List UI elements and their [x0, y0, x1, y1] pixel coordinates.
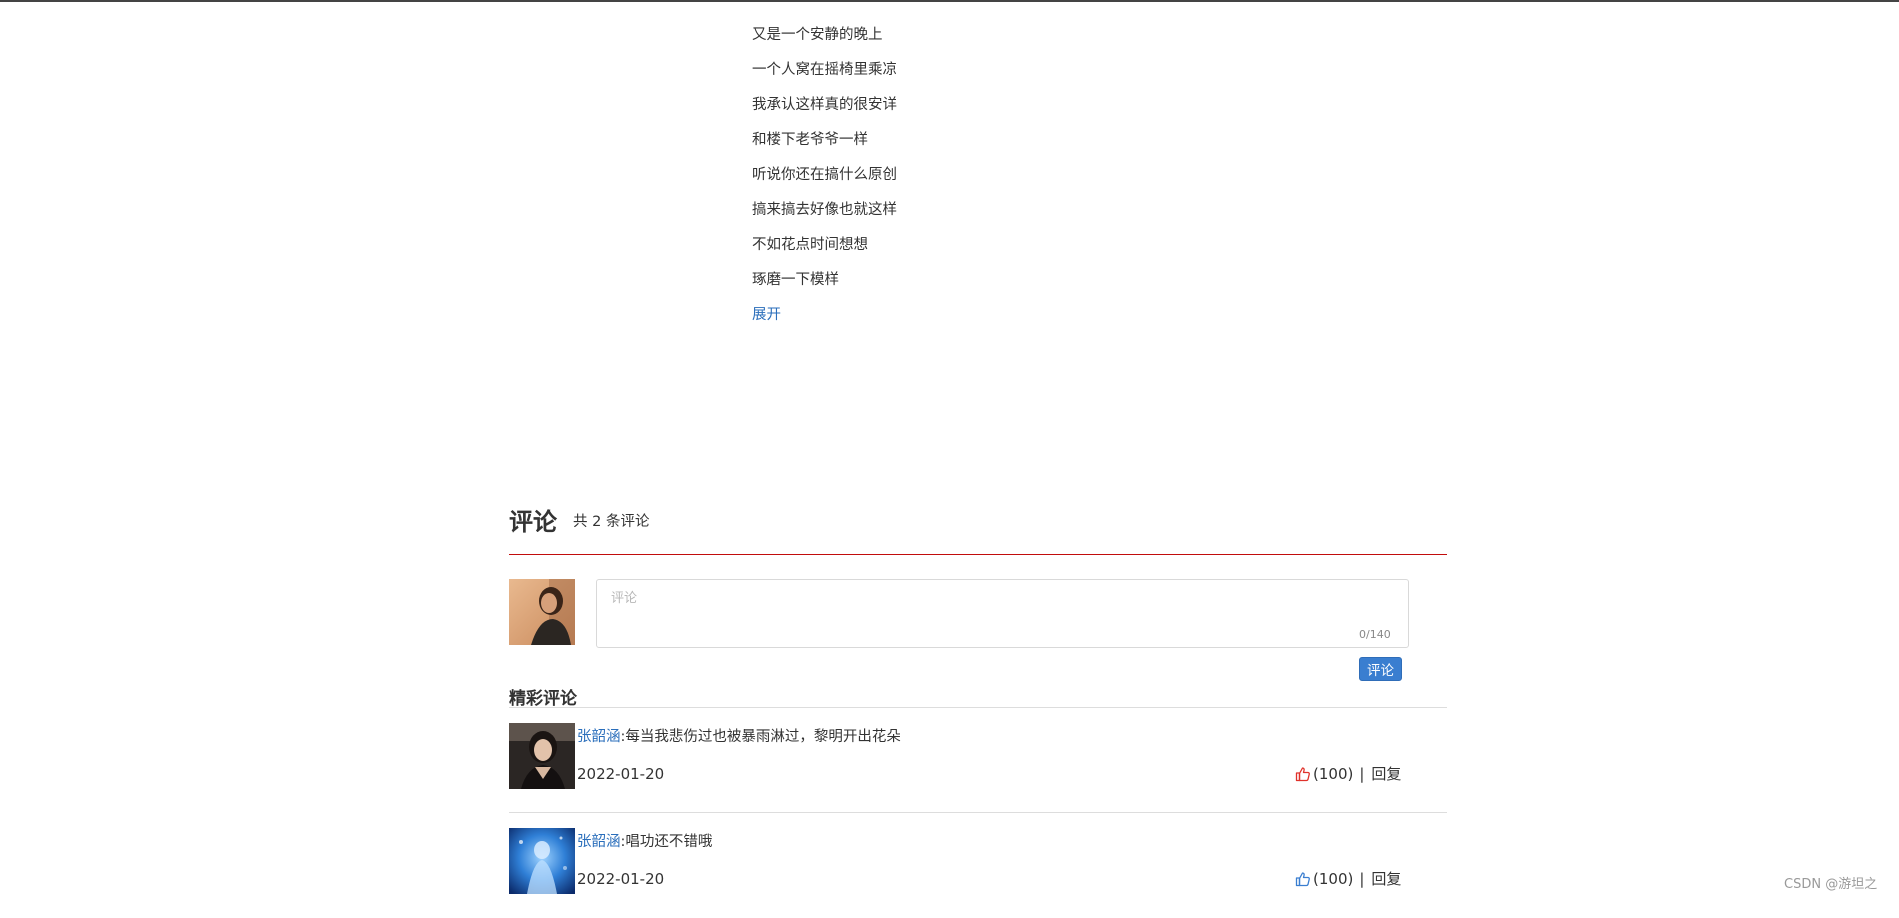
comment-text: :唱功还不错哦	[620, 834, 713, 850]
lyric-line: 又是一个安静的晚上	[752, 27, 883, 43]
lyric-line: 不如花点时间想想	[752, 237, 868, 253]
comment-line: 张韶涵:每当我悲伤过也被暴雨淋过，黎明开出花朵	[577, 725, 901, 746]
commenter-name[interactable]: 张韶涵	[577, 729, 621, 745]
lyrics-panel: 又是一个安静的晚上 一个人窝在摇椅里乘凉 我承认这样真的很安详 和楼下老爷爷一样…	[752, 18, 1052, 333]
char-counter: 0/140	[1359, 628, 1391, 641]
thumbs-up-icon[interactable]	[1295, 871, 1311, 887]
submit-comment-button[interactable]: 评论	[1359, 657, 1402, 681]
commenter-avatar[interactable]	[509, 828, 575, 894]
like-count: (100)	[1313, 869, 1354, 888]
comment-date: 2022-01-20	[577, 765, 665, 783]
like-count: (100)	[1313, 764, 1354, 783]
comment-input[interactable]	[596, 579, 1409, 648]
lyric-line: 和楼下老爷爷一样	[752, 132, 868, 148]
top-border	[0, 0, 1899, 2]
comments-title: 评论	[509, 508, 557, 536]
watermark: CSDN @游坦之	[1784, 877, 1878, 892]
featured-comments-title: 精彩评论	[509, 689, 577, 709]
my-avatar	[509, 579, 575, 645]
expand-lyrics-link[interactable]: 展开	[752, 298, 781, 333]
comment-item: 张韶涵:每当我悲伤过也被暴雨淋过，黎明开出花朵 2022-01-20 (100)…	[509, 708, 1447, 813]
thumbs-up-icon[interactable]	[1295, 766, 1311, 782]
separator: |	[1359, 764, 1365, 783]
lyric-line: 我承认这样真的很安详	[752, 97, 897, 113]
comment-text: :每当我悲伤过也被暴雨淋过，黎明开出花朵	[620, 729, 901, 745]
comments-count: 共 2 条评论	[573, 514, 650, 530]
comment-line: 张韶涵:唱功还不错哦	[577, 830, 712, 851]
lyric-line: 听说你还在搞什么原创	[752, 167, 897, 183]
reply-button[interactable]: 回复	[1371, 763, 1401, 784]
commenter-avatar[interactable]	[509, 723, 575, 789]
comment-actions: (100) | 回复	[1295, 763, 1401, 784]
separator: |	[1359, 869, 1365, 888]
comment-date: 2022-01-20	[577, 870, 665, 888]
reply-button[interactable]: 回复	[1371, 868, 1401, 889]
lyric-line: 一个人窝在摇椅里乘凉	[752, 62, 897, 78]
lyric-line: 搞来搞去好像也就这样	[752, 202, 897, 218]
commenter-name[interactable]: 张韶涵	[577, 834, 621, 850]
comment-actions: (100) | 回复	[1295, 868, 1401, 889]
comment-composer: 0/140	[509, 555, 1447, 655]
comments-header: 评论 共 2 条评论	[509, 500, 1447, 555]
comment-item: 张韶涵:唱功还不错哦 2022-01-20 (100) | 回复	[509, 813, 1447, 918]
lyric-line: 琢磨一下模样	[752, 272, 839, 288]
comments-section: 评论 共 2 条评论 0/140 评论 精彩评论	[509, 500, 1447, 894]
